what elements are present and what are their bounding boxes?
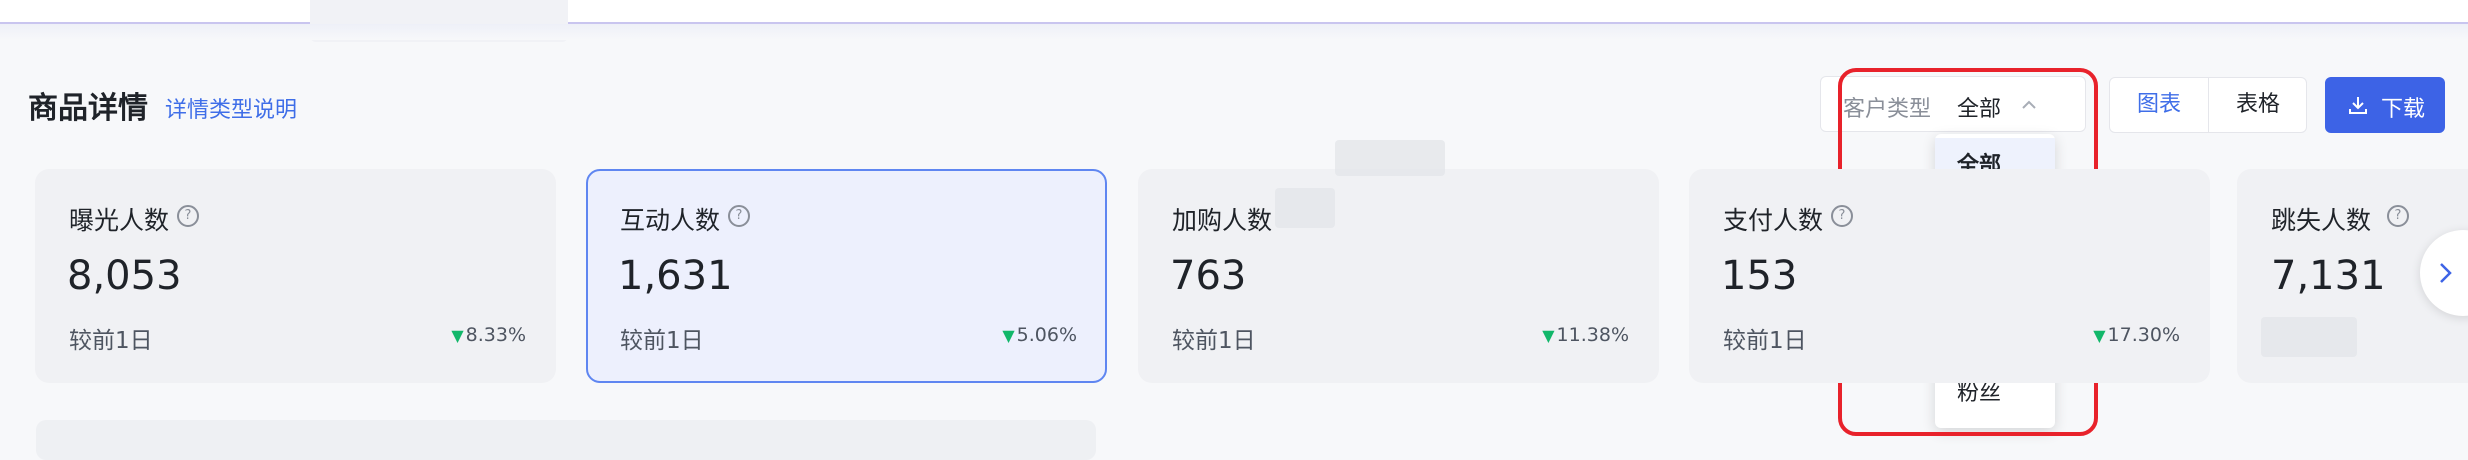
details-type-help-link[interactable]: 详情类型说明 bbox=[165, 92, 297, 124]
download-label: 下载 bbox=[2381, 97, 2426, 122]
down-arrow-icon: ▼ bbox=[2093, 326, 2106, 345]
chart-view-button[interactable]: 图表 bbox=[2110, 78, 2208, 132]
section-title: 商品详情 bbox=[28, 91, 148, 126]
bottom-panel bbox=[36, 420, 1096, 460]
down-arrow-icon: ▼ bbox=[1002, 326, 1015, 345]
blurred-area bbox=[1335, 140, 1445, 176]
metric-value: 763 bbox=[1170, 253, 1247, 299]
help-icon[interactable]: ? bbox=[2387, 205, 2409, 227]
metric-change-value: 11.38% bbox=[1556, 324, 1629, 346]
table-view-button[interactable]: 表格 bbox=[2209, 78, 2307, 132]
top-bar-shadow bbox=[0, 24, 2468, 40]
metric-label: 支付人数 bbox=[1723, 206, 1824, 235]
chevron-up-icon bbox=[2022, 100, 2036, 109]
metric-compare-label: 较前1日 bbox=[69, 328, 153, 354]
down-arrow-icon: ▼ bbox=[451, 326, 464, 345]
blurred-area bbox=[1275, 188, 1335, 228]
metric-value: 7,131 bbox=[2271, 253, 2386, 299]
metric-value: 8,053 bbox=[67, 253, 182, 299]
metric-change-value: 5.06% bbox=[1016, 324, 1077, 346]
metric-label: 跳失人数 bbox=[2271, 206, 2372, 235]
metric-change: ▼ 8.33% bbox=[451, 324, 526, 346]
help-icon[interactable]: ? bbox=[177, 205, 199, 227]
metric-compare-label: 较前1日 bbox=[620, 328, 704, 354]
metric-card-interaction[interactable]: 互动人数 ? 1,631 较前1日 ▼ 5.06% bbox=[586, 169, 1107, 383]
metric-change-value: 8.33% bbox=[465, 324, 526, 346]
metric-value: 153 bbox=[1721, 253, 1798, 299]
customer-type-select[interactable]: 客户类型 全部 bbox=[1820, 76, 2086, 132]
metric-compare-label: 较前1日 bbox=[1723, 328, 1807, 354]
download-icon bbox=[2349, 97, 2367, 114]
metric-change-value: 17.30% bbox=[2107, 324, 2180, 346]
metric-change: ▼ 5.06% bbox=[1002, 324, 1077, 346]
help-icon[interactable]: ? bbox=[728, 205, 750, 227]
customer-type-value: 全部 bbox=[1957, 97, 2002, 122]
download-button[interactable]: 下载 bbox=[2325, 77, 2445, 133]
metric-label: 互动人数 bbox=[620, 206, 721, 235]
chevron-right-icon bbox=[2440, 263, 2452, 283]
view-toggle: 图表 表格 bbox=[2109, 77, 2307, 133]
metric-value: 1,631 bbox=[618, 253, 733, 299]
metric-card-exposure[interactable]: 曝光人数 ? 8,053 较前1日 ▼ 8.33% bbox=[35, 169, 556, 383]
metric-label: 加购人数 bbox=[1172, 206, 1273, 235]
customer-type-label: 客户类型 bbox=[1843, 97, 1932, 122]
metric-change: ▼ 11.38% bbox=[1542, 324, 1629, 346]
metric-compare-label: 较前1日 bbox=[1172, 328, 1256, 354]
metric-change: ▼ 17.30% bbox=[2093, 324, 2180, 346]
down-arrow-icon: ▼ bbox=[1542, 326, 1555, 345]
metric-card-add-to-cart[interactable]: 加购人数 763 较前1日 ▼ 11.38% bbox=[1138, 169, 1659, 383]
metric-card-payment[interactable]: 支付人数 ? 153 较前1日 ▼ 17.30% bbox=[1689, 169, 2210, 383]
blurred-area bbox=[2261, 317, 2357, 357]
help-icon[interactable]: ? bbox=[1831, 205, 1853, 227]
metric-label: 曝光人数 bbox=[69, 206, 170, 235]
